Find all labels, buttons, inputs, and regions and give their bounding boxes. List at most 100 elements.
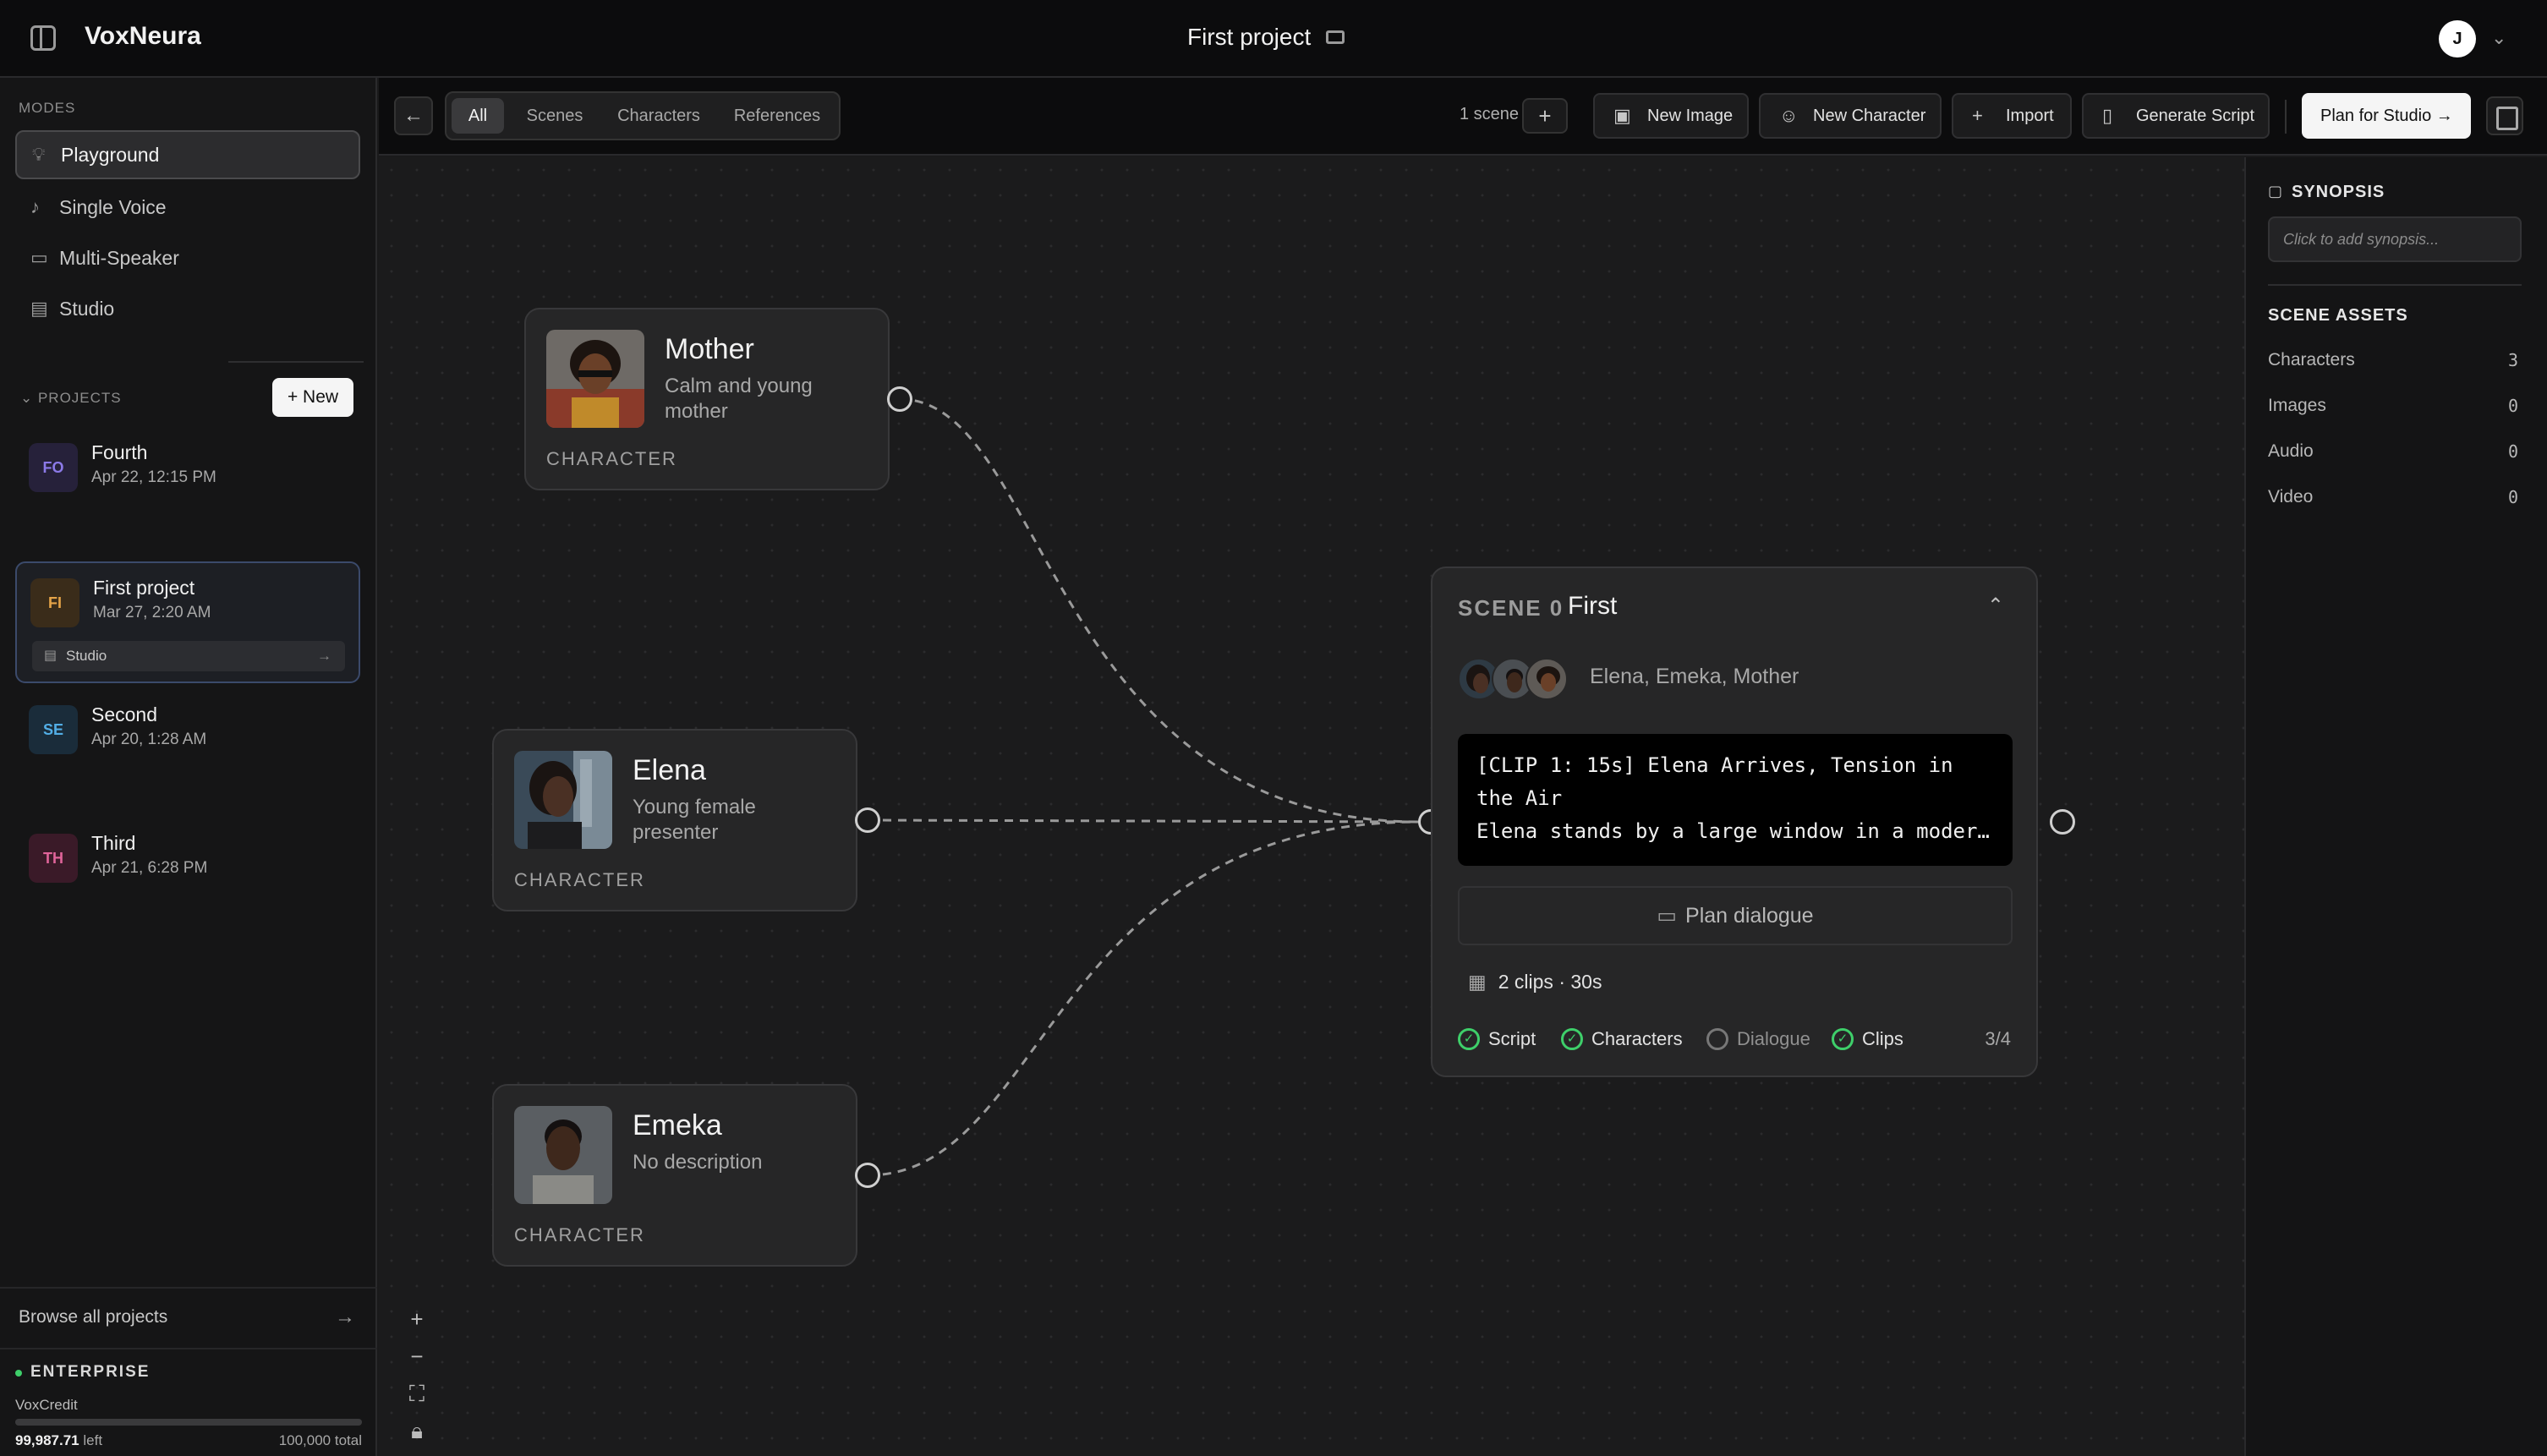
brand-logo: VoxNeura xyxy=(85,22,201,50)
new-image-button[interactable]: ▣ New Image xyxy=(1593,93,1749,139)
output-port-elena[interactable] xyxy=(855,807,880,833)
node-canvas[interactable]: Mother Calm and young mother CHARACTER E… xyxy=(379,157,2244,1456)
character-name: Elena xyxy=(633,754,706,786)
mode-playground[interactable]: 💡︎ Playground xyxy=(15,130,360,179)
script-line: Elena stands by a large window in a mode… xyxy=(1476,819,1994,843)
add-scene-button[interactable]: + xyxy=(1522,98,1568,134)
fit-view-icon[interactable]: ⛶ xyxy=(396,1375,438,1412)
credit-bar-fill xyxy=(15,1419,362,1426)
plan-tier: ENTERPRISE xyxy=(30,1363,151,1381)
sidebar-toggle-icon[interactable] xyxy=(30,25,56,51)
asset-row-video: Video 0 xyxy=(2268,487,2518,507)
modes-label: MODES xyxy=(19,100,76,116)
edge-elena-scene xyxy=(867,818,1420,824)
mode-multi-speaker[interactable]: ▭ Multi-Speaker xyxy=(15,233,360,282)
check-circle-icon: ✓ xyxy=(1561,1028,1583,1050)
output-port-emeka[interactable] xyxy=(855,1163,880,1188)
chat-icon: ▭ xyxy=(30,247,48,268)
tab-references[interactable]: References xyxy=(722,98,832,134)
new-project-button[interactable]: + New xyxy=(272,378,353,417)
chevron-down-icon[interactable]: ⌄ xyxy=(2491,27,2506,49)
details-panel: SYNOPSIS Click to add synopsis... SCENE … xyxy=(2244,157,2547,1456)
scene-assets-label: SCENE ASSETS xyxy=(2268,306,2408,325)
scene-card[interactable]: SCENE 0 First ⌃ Elena, Emeka, Mother [CL… xyxy=(1431,567,2038,1077)
character-name: Mother xyxy=(665,333,754,365)
project-item-first-project[interactable]: FI First project Mar 27, 2:20 AM Studio … xyxy=(15,561,360,683)
project-avatar: FO xyxy=(29,443,78,492)
script-line: [CLIP 1: 15s] Elena Arrives, Tension in … xyxy=(1476,753,1953,810)
check-characters: ✓ Characters xyxy=(1561,1026,1683,1052)
tab-scenes[interactable]: Scenes xyxy=(512,98,597,134)
plan-for-studio-button[interactable]: Plan for Studio → xyxy=(2302,93,2471,139)
film-icon: ▦ xyxy=(1468,971,1487,993)
filter-tabs: All Scenes Characters References xyxy=(445,91,841,140)
project-item-fourth[interactable]: FO Fourth Apr 22, 12:15 PM xyxy=(15,428,360,512)
character-description: No description xyxy=(633,1151,763,1174)
mode-label: Playground xyxy=(61,143,160,166)
output-port-mother[interactable] xyxy=(887,386,912,412)
plus-icon: + xyxy=(1972,105,1983,126)
chevron-down-icon: ⌄ xyxy=(20,390,38,406)
zoom-controls: + − ⛶ 🔒︎ xyxy=(396,1300,438,1449)
arrow-right-icon: → xyxy=(317,648,331,664)
back-arrow-icon[interactable]: ← xyxy=(394,96,433,135)
zoom-out-icon[interactable]: − xyxy=(396,1338,438,1375)
chat-icon: ▭ xyxy=(1657,904,1678,928)
synopsis-input[interactable]: Click to add synopsis... xyxy=(2268,216,2522,262)
avatar xyxy=(1525,658,1568,700)
scene-title: First xyxy=(1568,592,1618,620)
app-header: VoxNeura First project J ⌄ xyxy=(0,0,2547,78)
edge-emeka-scene xyxy=(867,820,1420,1177)
project-date: Mar 27, 2:20 AM xyxy=(93,604,211,621)
scene-progress: 3/4 xyxy=(1985,1028,2011,1049)
user-avatar[interactable]: J xyxy=(2439,20,2476,57)
character-card-elena[interactable]: Elena Young female presenter CHARACTER xyxy=(492,729,857,911)
character-portrait xyxy=(546,330,644,428)
asset-row-images: Images 0 xyxy=(2268,396,2518,416)
plan-dialogue-button[interactable]: ▭ Plan dialogue xyxy=(1458,886,2013,945)
scene-checklist: ✓ Script ✓ Characters Dialogue ✓ Clips xyxy=(1458,1026,2013,1057)
synopsis-label: SYNOPSIS xyxy=(2268,183,2385,202)
browse-all-projects[interactable]: Browse all projects → xyxy=(0,1287,377,1346)
new-character-button[interactable]: ☺ New Character xyxy=(1759,93,1942,139)
project-name: Fourth xyxy=(91,441,148,463)
project-name: Third xyxy=(91,832,136,854)
mode-studio[interactable]: ▤ Studio xyxy=(15,284,360,333)
toggle-panel-icon[interactable] xyxy=(2486,96,2523,135)
empty-circle-icon xyxy=(1706,1028,1728,1050)
scene-count: 1 scene xyxy=(1460,105,1520,123)
lock-icon[interactable]: 🔒︎ xyxy=(396,1412,438,1449)
project-name: First project xyxy=(93,577,195,599)
project-studio-chip[interactable]: Studio → xyxy=(32,641,345,671)
check-circle-icon: ✓ xyxy=(1832,1028,1854,1050)
clapperboard-icon: ▤ xyxy=(30,298,48,319)
projects-label[interactable]: ⌄ PROJECTS xyxy=(20,390,122,407)
mode-single-voice[interactable]: ♪ Single Voice xyxy=(15,183,360,232)
project-date: Apr 20, 1:28 AM xyxy=(91,731,207,748)
zoom-in-icon[interactable]: + xyxy=(396,1300,438,1338)
output-port-scene[interactable] xyxy=(2050,809,2075,835)
project-avatar: SE xyxy=(29,705,78,754)
folder-icon[interactable] xyxy=(1326,30,1345,44)
import-button[interactable]: + Import xyxy=(1952,93,2072,139)
divider xyxy=(228,361,364,363)
plan-status: ENTERPRISE VoxCredit 99,987.71 left 100,… xyxy=(0,1348,377,1456)
credit-total: 100,000 total xyxy=(278,1432,362,1448)
chevron-up-icon[interactable]: ⌃ xyxy=(1987,594,2004,618)
edge-mother-scene xyxy=(899,397,1420,824)
arrow-right-icon: → xyxy=(335,1305,355,1328)
scene-clips-summary: ▦ 2 clips · 30s xyxy=(1468,971,1602,993)
image-icon: ▣ xyxy=(1613,105,1631,126)
project-item-second[interactable]: SE Second Apr 20, 1:28 AM xyxy=(15,690,360,775)
generate-script-button[interactable]: ▯ Generate Script xyxy=(2082,93,2270,139)
tab-characters[interactable]: Characters xyxy=(602,98,715,134)
project-item-third[interactable]: TH Third Apr 21, 6:28 PM xyxy=(15,818,360,903)
character-type: CHARACTER xyxy=(546,448,677,469)
character-card-emeka[interactable]: Emeka No description CHARACTER xyxy=(492,1084,857,1267)
document-icon: ▯ xyxy=(2102,105,2113,126)
character-portrait xyxy=(514,1106,612,1204)
scene-label: SCENE 0 xyxy=(1458,595,1564,621)
tab-all[interactable]: All xyxy=(452,98,504,134)
character-card-mother[interactable]: Mother Calm and young mother CHARACTER xyxy=(524,308,890,490)
scene-script-preview[interactable]: [CLIP 1: 15s] Elena Arrives, Tension in … xyxy=(1458,734,2013,866)
